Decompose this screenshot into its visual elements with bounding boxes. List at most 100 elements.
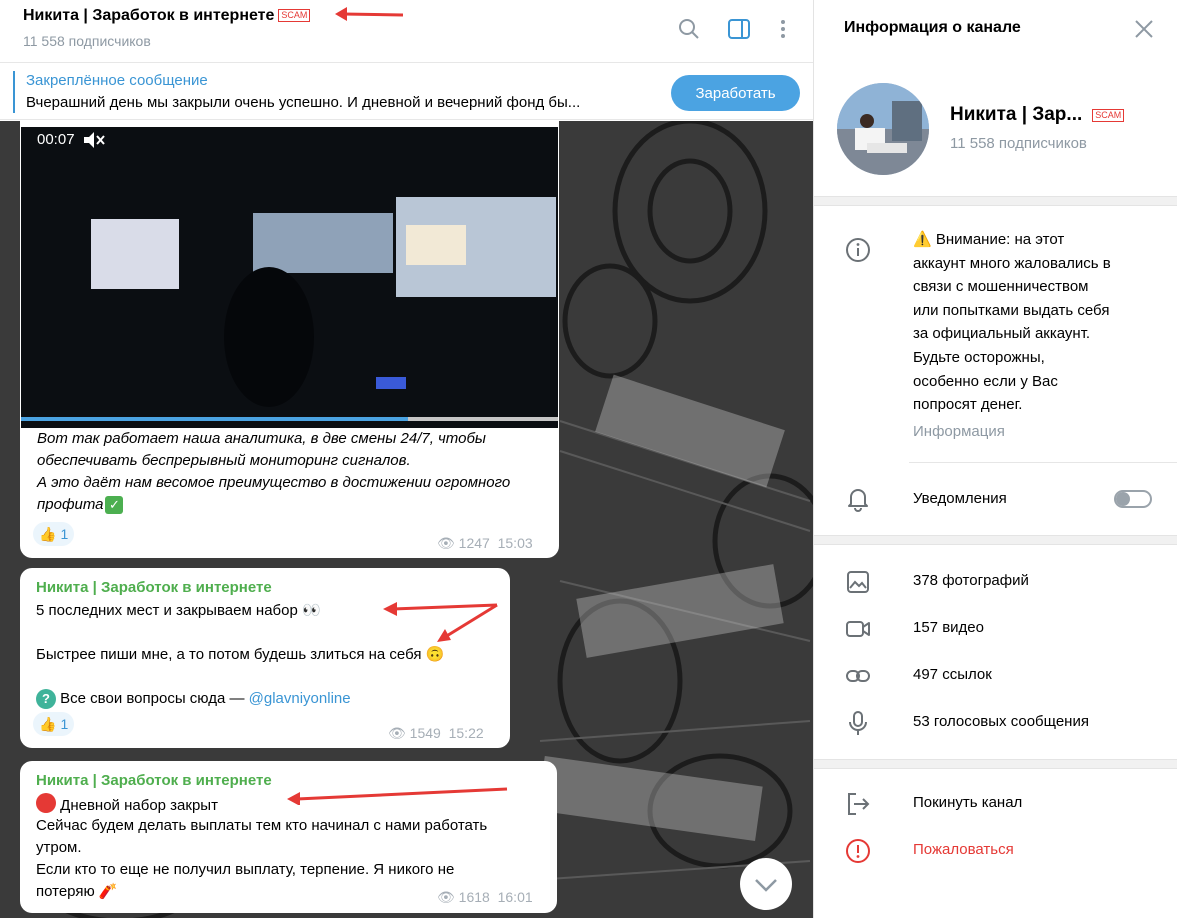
report-row[interactable]: Пожаловаться [814,829,1177,873]
check-emoji: ✓ [105,496,124,514]
video-player[interactable] [21,127,558,428]
chevron-down-icon [755,879,777,892]
section-divider [814,535,1177,545]
bell-icon [848,489,868,512]
leave-channel-row[interactable]: Покинуть канал [814,782,1177,826]
videos-count: 157 видео [913,619,984,636]
report-label: Пожаловаться [913,841,1014,858]
sidebar-toggle-icon[interactable] [727,17,751,41]
thumbs-up-icon: 👍 [39,715,57,732]
earn-button[interactable]: Заработать [671,75,800,111]
close-icon[interactable] [1133,18,1155,40]
scam-warning: ⚠️ Внимание: на этот аккаунт много жалов… [913,228,1111,417]
chat-area: Никита | Заработок в интернете SCAM 11 55… [0,0,813,918]
channel-name: Никита | Зар... SCAM [950,104,1125,126]
message-line: 5 последних мест и закрываем набор 👀 [36,600,321,622]
views-icon: 👁 [437,535,455,551]
warning-line: или попытками выдать себя [913,301,1110,319]
reaction-thumbs-up[interactable]: 👍 1 [33,712,75,736]
message-time: 15:03 [497,535,533,551]
toggle-knob [1116,492,1130,506]
eyes-emoji: 👀 [302,602,321,619]
username-link[interactable]: @glavniyonline [249,690,351,707]
message-line: профита ✓ [37,494,510,516]
warning-line: Будьте осторожны, [913,348,1045,366]
annotation-arrow [383,602,498,642]
voice-count: 53 голосовых сообщения [913,713,1089,730]
reaction-thumbs-up[interactable]: 👍 1 [33,522,75,546]
message-line: Если кто то еще не получил выплату, терп… [36,861,455,878]
section-divider [814,196,1177,206]
message-line-text: Дневной набор закрыт [60,797,218,814]
message-line-text: 5 последних мест и закрываем набор [36,602,298,619]
more-options-icon[interactable] [771,17,795,41]
message-line-text: профита [37,496,104,513]
views-count: 1618 [458,889,490,905]
message-author[interactable]: Никита | Заработок в интернете [36,772,272,789]
media-videos-row[interactable]: 157 видео [814,607,1177,651]
subscribers-count: 11 558 подписчиков [23,33,151,49]
message-line: Сейчас будем делать выплаты тем кто начи… [36,817,488,834]
pinned-message[interactable]: Закреплённое сообщение Вчерашний день мы… [0,62,813,120]
photo-icon [847,571,869,593]
leave-icon [848,793,870,815]
chat-title-text: Никита | Заработок в интернете [23,7,275,24]
message-video[interactable]: 00:07 Вот так работает наша аналитика, в… [20,121,559,558]
scroll-down-button[interactable] [740,858,792,910]
message-line: ? Все свои вопросы сюда — @glavniyonline [36,688,351,710]
warning-line: аккаунт много жаловались в [913,254,1111,272]
keyboard-light [376,377,406,389]
report-icon [846,839,870,863]
warning-line: за официальный аккаунт. [913,325,1091,343]
message-meta: 👁 1247 15:03 [437,535,533,552]
warning-line: попросят денег. [913,396,1023,414]
video-progress-fill [21,417,408,421]
firecracker-emoji: 🧨 [98,883,118,900]
chat-title[interactable]: Никита | Заработок в интернете SCAM [23,7,311,25]
monitor-screen [406,225,466,265]
leave-channel-label: Покинуть канал [913,794,1023,811]
search-icon[interactable] [677,17,701,41]
message-line: А это даёт нам весомое преимущество в до… [37,474,511,491]
mute-icon[interactable] [82,131,106,149]
message-author[interactable]: Никита | Заработок в интернете [36,579,272,596]
message-meta: 👁 1549 15:22 [388,725,484,742]
media-links-row[interactable]: 497 ссылок [814,654,1177,698]
info-label: Информация [913,423,1005,440]
notifications-row[interactable]: Уведомления [814,474,1177,524]
video-progress-track[interactable] [21,417,558,421]
channel-info-panel: Информация о канале Никита | Зар... SCAM … [813,0,1177,918]
pinned-label: Закреплённое сообщение [26,72,208,89]
channel-avatar[interactable] [837,83,929,175]
message-time: 15:22 [448,725,484,741]
message-line: Дневной набор закрыт [36,793,218,817]
no-entry-emoji [36,793,56,813]
person-silhouette [224,267,314,407]
channel-name-text: Никита | Зар... [950,104,1083,125]
reaction-count: 1 [60,716,69,732]
info-icon [846,238,870,262]
links-count: 497 ссылок [913,666,992,683]
message-line: утром. [36,839,82,856]
message-meta: 👁 1618 16:01 [437,889,533,906]
video-icon [846,621,870,637]
monitor-screen [91,219,179,289]
link-icon [846,670,870,682]
media-photos-row[interactable]: 378 фотографий [814,560,1177,604]
chat-header[interactable]: Никита | Заработок в интернете SCAM 11 55… [0,0,813,62]
video-time: 00:07 [37,131,75,148]
scam-badge: SCAM [1092,109,1125,122]
photos-count: 378 фотографий [913,572,1029,589]
notifications-toggle[interactable] [1114,490,1152,508]
section-divider [814,759,1177,769]
views-icon: 👁 [388,725,406,741]
annotation-arrow [287,787,508,805]
row-separator [909,462,1177,463]
views-icon: 👁 [437,889,455,905]
channel-subscribers: 11 558 подписчиков [950,135,1087,152]
pinned-accent-bar [13,71,15,113]
media-voice-row[interactable]: 53 голосовых сообщения [814,701,1177,745]
avatar-image [837,83,929,175]
message-text-post[interactable]: Никита | Заработок в интернете Дневной н… [20,761,557,913]
message-line-text: потеряю [36,883,95,900]
